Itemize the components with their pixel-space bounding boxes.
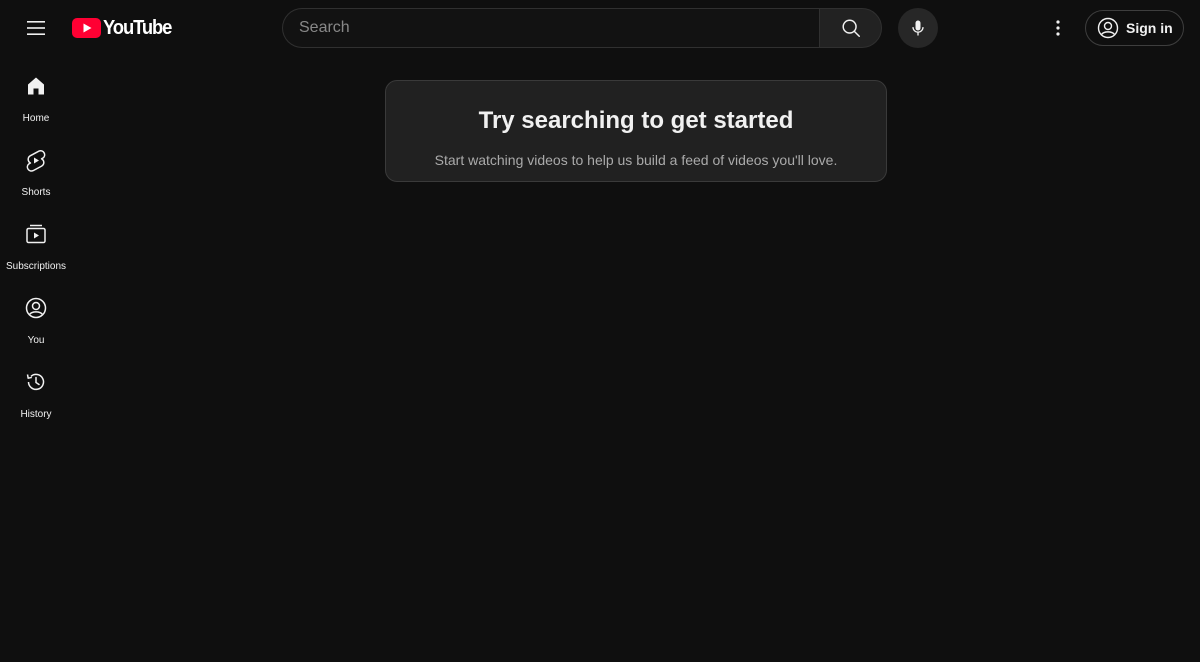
youtube-play-icon: [72, 18, 101, 38]
top-bar: YouTube Sign in: [0, 0, 1200, 56]
sidebar-item-label: Shorts: [21, 187, 51, 198]
sidebar-item-home[interactable]: Home: [4, 56, 68, 130]
hamburger-icon: [27, 21, 45, 35]
sign-in-button[interactable]: Sign in: [1085, 10, 1184, 46]
sidebar-item-history[interactable]: History: [4, 352, 68, 426]
home-icon: [24, 74, 48, 98]
sidebar-item-you[interactable]: You: [4, 278, 68, 352]
sidebar-item-label: Subscriptions: [5, 261, 67, 272]
more-vertical-icon: [1056, 20, 1060, 36]
you-icon: [24, 296, 48, 320]
empty-feed-prompt: Try searching to get started Start watch…: [385, 80, 887, 182]
microphone-icon: [912, 20, 924, 36]
search-button[interactable]: [819, 8, 882, 48]
search-box: [282, 8, 882, 48]
menu-button[interactable]: [16, 8, 56, 48]
sidebar-item-shorts[interactable]: Shorts: [4, 130, 68, 204]
logo-text: YouTube: [103, 17, 172, 39]
prompt-subtitle: Start watching videos to help us build a…: [434, 152, 838, 168]
subscriptions-icon: [24, 222, 48, 246]
shorts-icon: [24, 148, 48, 172]
history-icon: [24, 370, 48, 394]
account-circle-icon: [1097, 17, 1119, 39]
sidebar-item-label: History: [20, 409, 52, 420]
settings-menu-button[interactable]: [1038, 8, 1078, 48]
sidebar-item-label: You: [27, 335, 45, 346]
search-input[interactable]: [282, 8, 819, 48]
voice-search-button[interactable]: [898, 8, 938, 48]
youtube-logo[interactable]: YouTube: [72, 17, 177, 39]
prompt-title: Try searching to get started: [478, 107, 794, 134]
sidebar-item-subscriptions[interactable]: Subscriptions: [4, 204, 68, 278]
sidebar-item-label: Home: [22, 113, 50, 124]
search-icon: [841, 19, 860, 37]
sign-in-label: Sign in: [1126, 20, 1173, 36]
